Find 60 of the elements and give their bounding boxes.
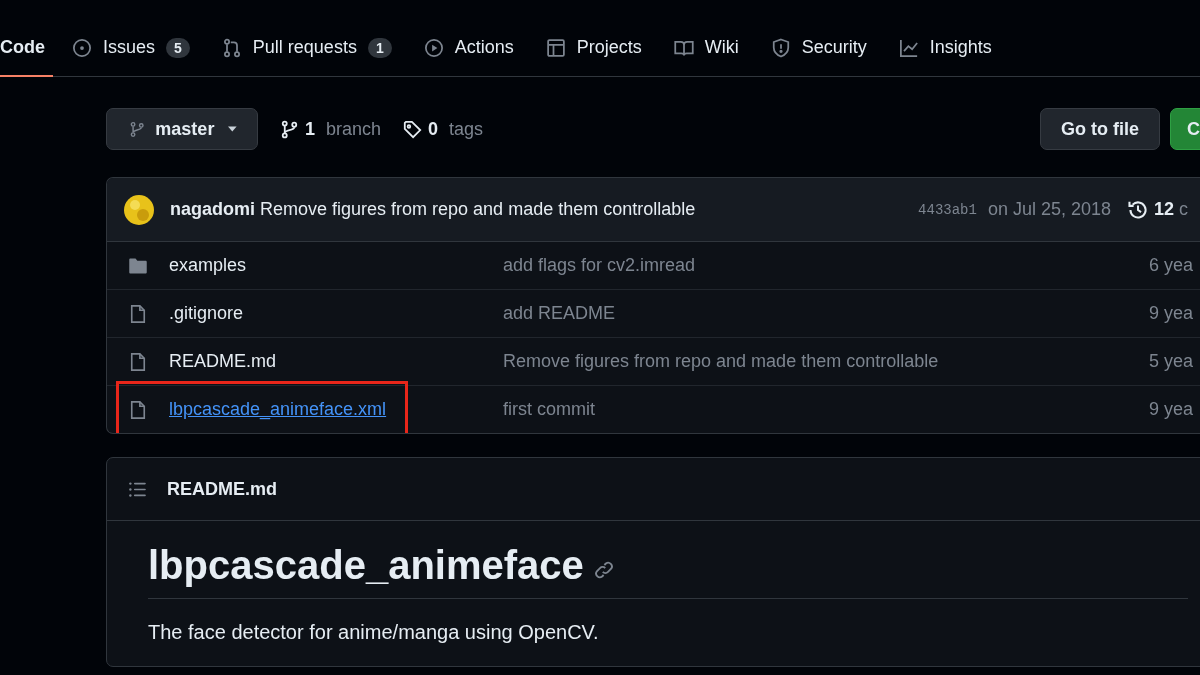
file-name-link[interactable]: .gitignore xyxy=(169,303,244,323)
repo-tab[interactable]: Issues 5 xyxy=(59,20,203,77)
commit-date: on Jul 25, 2018 xyxy=(987,199,1111,220)
tab-label: Issues xyxy=(103,37,156,58)
graph-icon xyxy=(898,37,919,58)
history-icon xyxy=(1127,198,1149,221)
repo-tab[interactable]: Insights xyxy=(885,20,1005,77)
go-to-file-button[interactable]: Go to file xyxy=(1040,108,1160,150)
commit-message-link[interactable]: Remove figures from repo and made them controllable xyxy=(503,351,1149,372)
readme-filename: README.md xyxy=(167,478,277,500)
branch-selector[interactable]: master xyxy=(106,108,258,150)
tag-icon xyxy=(403,119,423,139)
repo-tab[interactable]: Security xyxy=(757,20,880,77)
counter-badge: 5 xyxy=(166,37,190,58)
tab-label: Projects xyxy=(576,37,642,58)
tab-label: Actions xyxy=(454,37,514,58)
file-icon xyxy=(128,399,148,420)
commit-sha[interactable]: 4433ab1 xyxy=(918,201,977,218)
file-age: 9 yea xyxy=(1149,303,1194,324)
commit-message-link[interactable]: add flags for cv2.imread xyxy=(503,255,1149,276)
repo-tab[interactable]: Actions xyxy=(410,20,527,77)
tags-link[interactable]: 0 tags xyxy=(403,118,484,140)
commit-message[interactable]: Remove figures from repo and made them controllable xyxy=(260,199,696,220)
readme-paragraph: The face detector for anime/manga using OpenCV. xyxy=(148,621,600,644)
shield-icon xyxy=(770,37,791,58)
tab-label: Security xyxy=(801,37,867,58)
pull-request-icon xyxy=(221,37,242,58)
file-icon xyxy=(128,303,148,324)
repo-tab[interactable]: Wiki xyxy=(660,20,752,77)
tab-label: Code xyxy=(0,37,45,58)
tab-label: Wiki xyxy=(704,37,739,58)
file-name-link[interactable]: examples xyxy=(169,255,247,275)
file-age: 6 yea xyxy=(1149,255,1194,276)
play-icon xyxy=(423,37,444,58)
commits-link[interactable]: 12 c xyxy=(1154,199,1200,220)
file-age: 5 yea xyxy=(1149,351,1194,372)
branches-link[interactable]: 1 branch xyxy=(280,118,382,140)
tab-label: Pull requests xyxy=(252,37,357,58)
file-age: 9 yea xyxy=(1149,399,1194,420)
commit-message-link[interactable]: add README xyxy=(503,303,1149,324)
branch-icon xyxy=(280,119,299,139)
file-icon xyxy=(128,351,148,372)
issue-icon xyxy=(72,37,92,58)
repo-tab[interactable]: Pull requests 1 xyxy=(208,20,405,77)
table-icon xyxy=(545,37,566,58)
commit-message-link[interactable]: first commit xyxy=(503,399,1149,420)
avatar xyxy=(123,193,155,226)
repo-tab[interactable]: Code xyxy=(0,20,53,77)
readme-heading: lbpcascade_animeface xyxy=(148,543,584,588)
list-icon[interactable] xyxy=(128,479,147,499)
branch-icon xyxy=(129,119,146,139)
code-button[interactable]: C xyxy=(1170,108,1200,150)
caret-icon xyxy=(228,126,237,132)
tab-label: Insights xyxy=(929,37,992,58)
file-name-link[interactable]: lbpcascade_animeface.xml xyxy=(169,399,387,419)
counter-badge: 1 xyxy=(367,37,392,58)
commit-author[interactable]: nagadomi xyxy=(170,199,255,220)
file-name-link[interactable]: README.md xyxy=(169,351,276,371)
link-icon[interactable] xyxy=(593,559,614,580)
repo-tab[interactable]: Projects xyxy=(532,20,655,77)
